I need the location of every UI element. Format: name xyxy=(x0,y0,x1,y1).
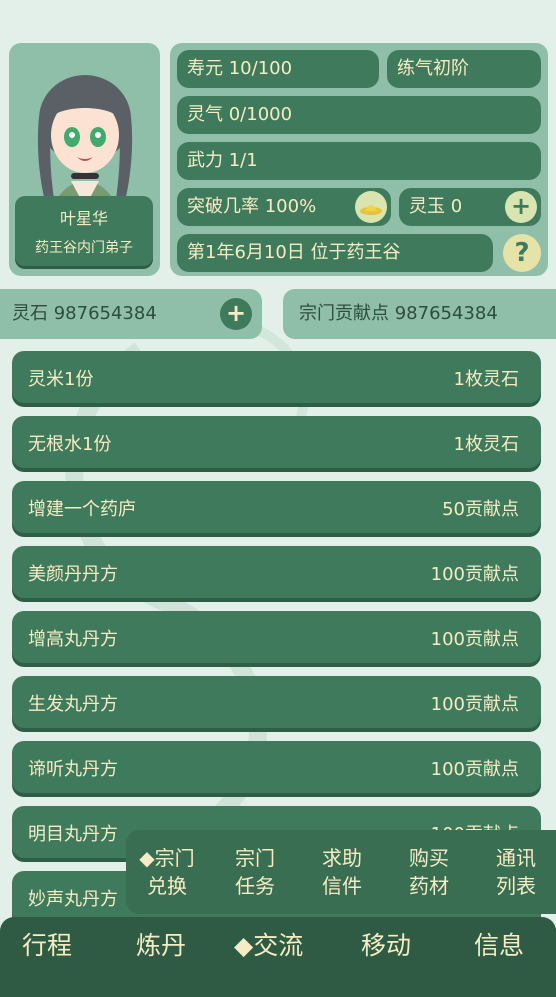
shop-item-price: 100贡献点 xyxy=(430,759,519,780)
character-title: 药王谷内门弟子 xyxy=(35,240,133,256)
plus-icon: + xyxy=(225,299,247,327)
shop-item-name: 无根水1份 xyxy=(28,434,112,455)
submenu-sect-exchange[interactable]: ◆宗门 兑换 xyxy=(132,844,202,900)
submenu-line2: 任务 xyxy=(235,874,275,898)
shop-item-name: 妙声丸丹方 xyxy=(28,889,118,910)
help-icon: ? xyxy=(514,238,530,268)
shop-item-name: 美颜丹丹方 xyxy=(28,564,118,585)
lifespan-stat: 寿元 10/100 xyxy=(177,50,379,88)
shop-item-name: 谛听丸丹方 xyxy=(28,759,118,780)
shop-item[interactable]: 美颜丹丹方 100贡献点 xyxy=(12,546,541,598)
name-plate: 叶星华 药王谷内门弟子 xyxy=(15,196,153,266)
spirit-stone-label: 灵石 987654384 xyxy=(12,303,157,324)
submenu-help-letters[interactable]: 求助 信件 xyxy=(307,844,377,900)
hat-icon[interactable] xyxy=(355,191,387,223)
spirit-jade-label: 灵玉 0 xyxy=(409,196,463,217)
breakthrough-label: 突破几率 100% xyxy=(187,196,317,217)
realm-stat: 练气初阶 xyxy=(387,50,541,88)
shop-item-price: 100贡献点 xyxy=(430,564,519,585)
contribution-label: 宗门贡献点 987654384 xyxy=(299,303,498,324)
submenu-line2: 信件 xyxy=(322,874,362,898)
shop-item-name: 灵米1份 xyxy=(28,369,94,390)
shop-item-name: 生发丸丹方 xyxy=(28,694,118,715)
spirit-jade-stat: 灵玉 0 + xyxy=(399,188,541,226)
shop-item[interactable]: 无根水1份 1枚灵石 xyxy=(12,416,541,468)
shop-item[interactable]: 谛听丸丹方 100贡献点 xyxy=(12,741,541,793)
submenu-line2: 药材 xyxy=(409,874,449,898)
shop-item[interactable]: 增高丸丹方 100贡献点 xyxy=(12,611,541,663)
plus-icon: + xyxy=(510,192,532,220)
help-button[interactable]: ? xyxy=(503,234,541,272)
shop-item-name: 增高丸丹方 xyxy=(28,629,118,650)
nav-exchange[interactable]: ◆交流 xyxy=(234,926,303,962)
force-stat: 武力 1/1 xyxy=(177,142,541,180)
submenu-line1: ◆宗门 xyxy=(139,846,195,870)
character-name: 叶星华 xyxy=(59,209,108,228)
submenu-line1: 宗门 xyxy=(235,846,275,870)
add-spirit-stone-button[interactable]: + xyxy=(220,298,252,330)
submenu-line2: 列表 xyxy=(496,874,536,898)
submenu-line1: 求助 xyxy=(322,846,362,870)
shop-item[interactable]: 灵米1份 1枚灵石 xyxy=(12,351,541,403)
submenu-buy-herbs[interactable]: 购买 药材 xyxy=(394,844,464,900)
nav-itinerary[interactable]: 行程 xyxy=(22,926,72,962)
shop-item-price: 1枚灵石 xyxy=(453,369,519,390)
contribution-bar: 宗门贡献点 987654384 xyxy=(283,289,556,339)
submenu-sect-tasks[interactable]: 宗门 任务 xyxy=(220,844,290,900)
shop-item-price: 1枚灵石 xyxy=(453,434,519,455)
spirit-stone-bar: 灵石 987654384 + xyxy=(0,289,262,339)
exchange-submenu: ◆宗门 兑换 宗门 任务 求助 信件 购买 药材 通讯 列表 xyxy=(126,830,556,914)
spirit-qi-stat: 灵气 0/1000 xyxy=(177,96,541,134)
submenu-line1: 购买 xyxy=(409,846,449,870)
bottom-nav: 行程 炼丹 ◆交流 移动 信息 xyxy=(0,917,556,997)
location-stat: 第1年6月10日 位于药王谷 xyxy=(177,234,493,272)
nav-alchemy[interactable]: 炼丹 xyxy=(136,926,186,962)
shop-item-price: 50贡献点 xyxy=(442,499,519,520)
shop-item-price: 100贡献点 xyxy=(430,694,519,715)
nav-move[interactable]: 移动 xyxy=(361,926,411,962)
shop-item[interactable]: 生发丸丹方 100贡献点 xyxy=(12,676,541,728)
submenu-line2: 兑换 xyxy=(147,874,187,898)
submenu-contact-list[interactable]: 通讯 列表 xyxy=(481,844,551,900)
shop-item[interactable]: 增建一个药庐 50贡献点 xyxy=(12,481,541,533)
submenu-line1: 通讯 xyxy=(496,846,536,870)
shop-item-price: 100贡献点 xyxy=(430,629,519,650)
add-jade-button[interactable]: + xyxy=(505,191,537,223)
breakthrough-stat: 突破几率 100% xyxy=(177,188,391,226)
nav-info[interactable]: 信息 xyxy=(474,926,524,962)
stats-panel: 寿元 10/100 练气初阶 灵气 0/1000 武力 1/1 突破几率 100… xyxy=(170,43,548,276)
shop-item-name: 增建一个药庐 xyxy=(28,499,136,520)
character-panel: 叶星华 药王谷内门弟子 xyxy=(9,43,160,276)
shop-item-name: 明目丸丹方 xyxy=(28,824,118,845)
